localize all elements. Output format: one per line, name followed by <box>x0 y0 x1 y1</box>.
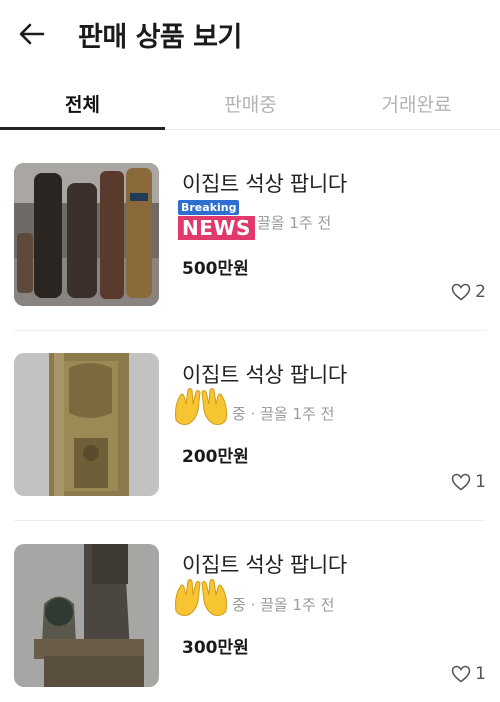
page-title: 판매 상품 보기 <box>78 22 242 53</box>
item-meta: 끌올 1주 전 <box>257 214 332 232</box>
arrow-left-icon <box>19 23 45 45</box>
back-button[interactable] <box>14 16 50 52</box>
product-thumbnail <box>14 544 159 687</box>
hands-sticker-icon <box>175 579 227 616</box>
list-item[interactable]: 이집트 석상 팝니다 중 · 끌올 1주 전 200만원 1 <box>0 331 500 521</box>
like-button[interactable]: 1 <box>451 472 486 492</box>
app-header: 판매 상품 보기 <box>0 0 500 70</box>
item-title: 이집트 석상 팝니다 <box>182 363 347 387</box>
product-thumbnail <box>14 163 159 306</box>
tab-sold[interactable]: 거래완료 <box>333 84 500 130</box>
item-title: 이집트 석상 팝니다 <box>182 172 347 196</box>
heart-icon <box>451 473 471 491</box>
tab-all[interactable]: 전체 <box>0 84 165 130</box>
like-button[interactable]: 2 <box>451 282 486 302</box>
like-count: 1 <box>475 664 486 684</box>
item-price: 500만원 <box>182 259 249 279</box>
news-sticker-main: NEWS <box>178 216 255 240</box>
like-count: 2 <box>475 282 486 302</box>
list-item[interactable]: 이집트 석상 팝니다 중 · 끌올 1주 전 300만원 1 <box>0 521 500 702</box>
news-sticker-top: Breaking <box>178 200 240 215</box>
like-count: 1 <box>475 472 486 492</box>
heart-icon <box>451 665 471 683</box>
item-meta: 중 · 끌올 1주 전 <box>232 405 335 423</box>
hands-sticker-icon <box>175 388 227 425</box>
heart-icon <box>451 283 471 301</box>
item-price: 300만원 <box>182 638 249 658</box>
breaking-news-sticker: Breaking NEWS <box>178 200 260 244</box>
tab-selling[interactable]: 판매중 <box>168 84 333 130</box>
like-button[interactable]: 1 <box>451 664 486 684</box>
item-meta: 중 · 끌올 1주 전 <box>232 596 335 614</box>
product-thumbnail <box>14 353 159 496</box>
item-title: 이집트 석상 팝니다 <box>182 553 347 577</box>
active-tab-indicator <box>0 127 165 130</box>
item-price: 200만원 <box>182 447 249 467</box>
tab-bar: 전체 판매중 거래완료 <box>0 84 500 130</box>
